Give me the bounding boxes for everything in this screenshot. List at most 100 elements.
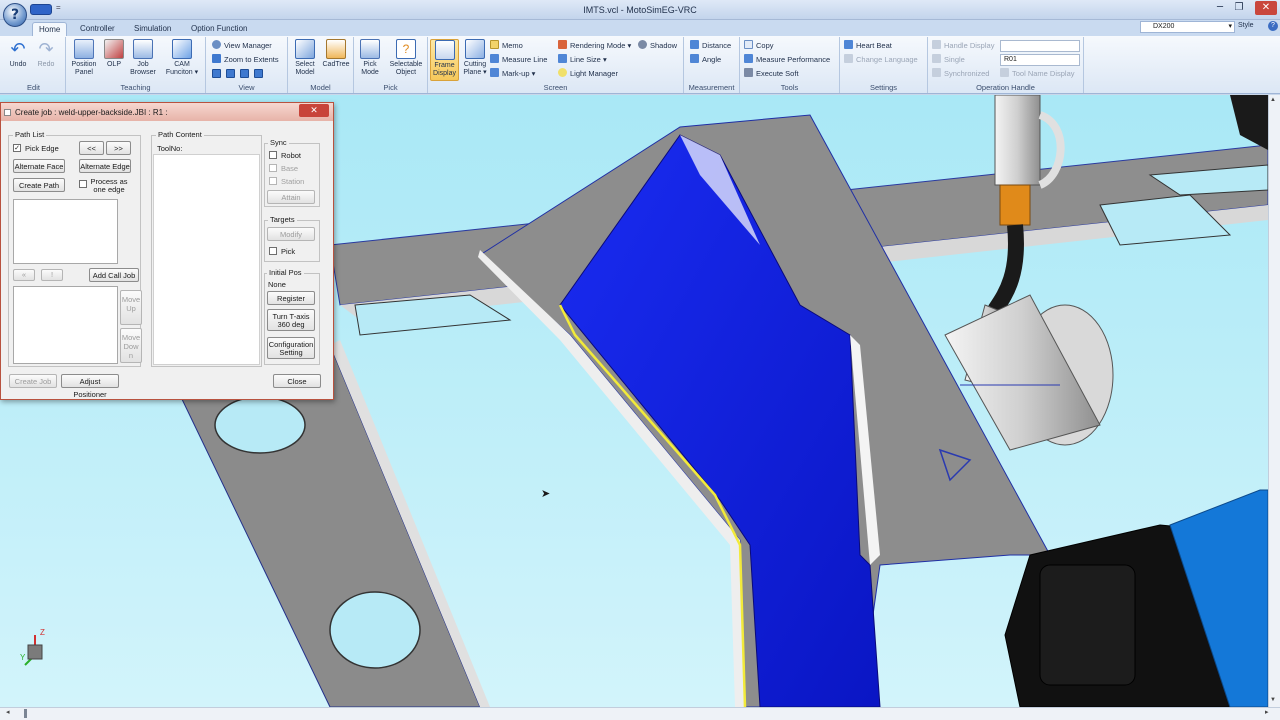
redo-button[interactable]: ↷ Redo [34, 39, 58, 81]
scroll-down-icon[interactable]: ▼ [1270, 697, 1276, 703]
redo-label: Redo [37, 61, 55, 68]
execute-soft-label: Execute Soft [756, 69, 799, 78]
view-preset-buttons[interactable] [212, 69, 266, 81]
measure-performance-button[interactable]: Measure Performance [744, 54, 830, 66]
view-manager-button[interactable]: View Manager [212, 40, 272, 52]
olp-icon [104, 39, 124, 59]
tab-simulation[interactable]: Simulation [128, 22, 177, 36]
markup-label: Mark-up [502, 69, 530, 78]
view-iso-icon[interactable] [254, 69, 264, 78]
attain-button[interactable]: Attain [267, 190, 315, 204]
sync-base-checkbox[interactable] [269, 164, 277, 172]
synchronized-button[interactable]: Synchronized [932, 68, 989, 80]
job-browser-button[interactable]: Job Browser [128, 39, 158, 81]
memo-button[interactable]: Memo [490, 40, 523, 52]
measure-line-button[interactable]: Measure Line [490, 54, 547, 66]
heart-beat-button[interactable]: Heart Beat [844, 40, 892, 52]
cadtree-button[interactable]: CadTree [321, 39, 351, 81]
scroll-left-icon[interactable]: ◂ [6, 708, 10, 716]
single-label: Single [944, 55, 965, 64]
move-down-button[interactable]: Move Dow n [120, 328, 142, 363]
tab-option-function[interactable]: Option Function [185, 22, 253, 36]
frame-display-button[interactable]: Frame Display [430, 39, 459, 81]
undo-button[interactable]: ↶ Undo [6, 39, 30, 81]
view-side-icon[interactable] [226, 69, 236, 78]
view-top-icon[interactable] [240, 69, 250, 78]
pick-edge-checkbox[interactable]: ✓ [13, 144, 21, 152]
bang-button[interactable]: ! [41, 269, 63, 281]
style-menu[interactable]: Style [1238, 22, 1254, 29]
tab-controller[interactable]: Controller [74, 22, 121, 36]
vertical-scrollbar[interactable] [1268, 95, 1280, 707]
configuration-setting-button[interactable]: Configuration Setting [267, 337, 315, 359]
help-icon[interactable]: ? [1268, 21, 1278, 31]
olp-button[interactable]: OLP [102, 39, 126, 81]
next-edge-button[interactable]: >> [106, 141, 131, 155]
mouse-cursor-icon: ➤ [541, 488, 551, 500]
handle-display-button[interactable]: Handle Display [932, 40, 994, 52]
position-panel-button[interactable]: Position Panel [68, 39, 100, 81]
selectable-object-button[interactable]: ? Selectable Object [386, 39, 426, 81]
shadow-button[interactable]: Shadow [638, 40, 677, 52]
alternate-face-button[interactable]: Alternate Face [13, 159, 65, 173]
zoom-to-extents-button[interactable]: Zoom to Extents [212, 54, 279, 66]
light-manager-button[interactable]: Light Manager [558, 68, 618, 80]
alternate-edge-button[interactable]: Alternate Edge [79, 159, 131, 173]
move-left-button[interactable]: « [13, 269, 35, 281]
handle-display-select[interactable] [1000, 40, 1080, 52]
markup-button[interactable]: Mark-up ▾ [490, 68, 535, 80]
app-menu-orb-icon[interactable]: ? [3, 3, 27, 27]
view-front-icon[interactable] [212, 69, 221, 78]
controller-select[interactable]: DX200 [1140, 21, 1235, 33]
move-up-button[interactable]: Move Up [120, 290, 142, 325]
dialog-close-icon[interactable]: ✕ [299, 104, 329, 117]
close-window-button[interactable]: ✕ [1255, 1, 1277, 15]
robot-select[interactable]: R01 [1000, 54, 1080, 66]
group-screen-label: Screen [543, 83, 568, 92]
create-path-button[interactable]: Create Path [13, 178, 65, 192]
distance-button[interactable]: Distance [690, 40, 731, 52]
scroll-up-icon[interactable]: ▲ [1270, 97, 1276, 103]
horizontal-scroll-thumb[interactable] [24, 709, 27, 718]
close-button[interactable]: Close [273, 374, 321, 388]
call-job-list-box[interactable] [13, 286, 118, 364]
copy-button[interactable]: Copy [744, 40, 774, 52]
line-size-label: Line Size [570, 55, 601, 64]
scroll-right-icon[interactable]: ▸ [1265, 708, 1269, 716]
group-pick-label: Pick [383, 83, 398, 92]
motor-housing [1039, 564, 1136, 686]
cam-function-button[interactable]: CAM Funciton ▾ [162, 39, 202, 81]
change-language-button[interactable]: Change Language [844, 54, 918, 66]
angle-icon [690, 54, 699, 63]
path-list-box[interactable] [13, 199, 118, 264]
add-call-job-button[interactable]: Add Call Job [89, 268, 139, 282]
process-as-one-edge-checkbox[interactable] [79, 180, 87, 188]
modify-button[interactable]: Modify [267, 227, 315, 241]
view-manager-label: View Manager [224, 41, 272, 50]
pick-edge-label: Pick Edge [25, 144, 59, 153]
restore-button[interactable]: ❐ [1231, 1, 1247, 15]
pick-mode-button[interactable]: Pick Mode [356, 39, 384, 81]
horizontal-scrollbar[interactable] [0, 707, 1280, 720]
create-job-button[interactable]: Create Job [9, 374, 57, 388]
minimize-button[interactable]: ─ [1212, 1, 1228, 15]
register-button[interactable]: Register [267, 291, 315, 305]
tool-name-display-button[interactable]: Tool Name Display [1000, 68, 1075, 80]
group-view-label: View [238, 83, 255, 92]
sync-station-checkbox[interactable] [269, 177, 277, 185]
path-content-list[interactable] [153, 154, 260, 365]
select-model-button[interactable]: Select Model [291, 39, 319, 81]
targets-pick-checkbox[interactable] [269, 247, 277, 255]
tab-home[interactable]: Home [32, 22, 68, 36]
angle-button[interactable]: Angle [690, 54, 721, 66]
adjust-positioner-button[interactable]: Adjust Positioner [61, 374, 119, 399]
sync-robot-checkbox[interactable] [269, 151, 277, 159]
path-list-label: Path List [13, 130, 47, 139]
line-size-button[interactable]: Line Size ▾ [558, 54, 607, 66]
execute-soft-button[interactable]: Execute Soft [744, 68, 799, 80]
prev-edge-button[interactable]: << [79, 141, 104, 155]
cutting-plane-button[interactable]: Cutting Plane ▾ [460, 39, 490, 81]
turn-t-axis-button[interactable]: Turn T-axis 360 deg [267, 309, 315, 331]
rendering-mode-button[interactable]: Rendering Mode ▾ [558, 40, 631, 52]
single-button[interactable]: Single [932, 54, 965, 66]
